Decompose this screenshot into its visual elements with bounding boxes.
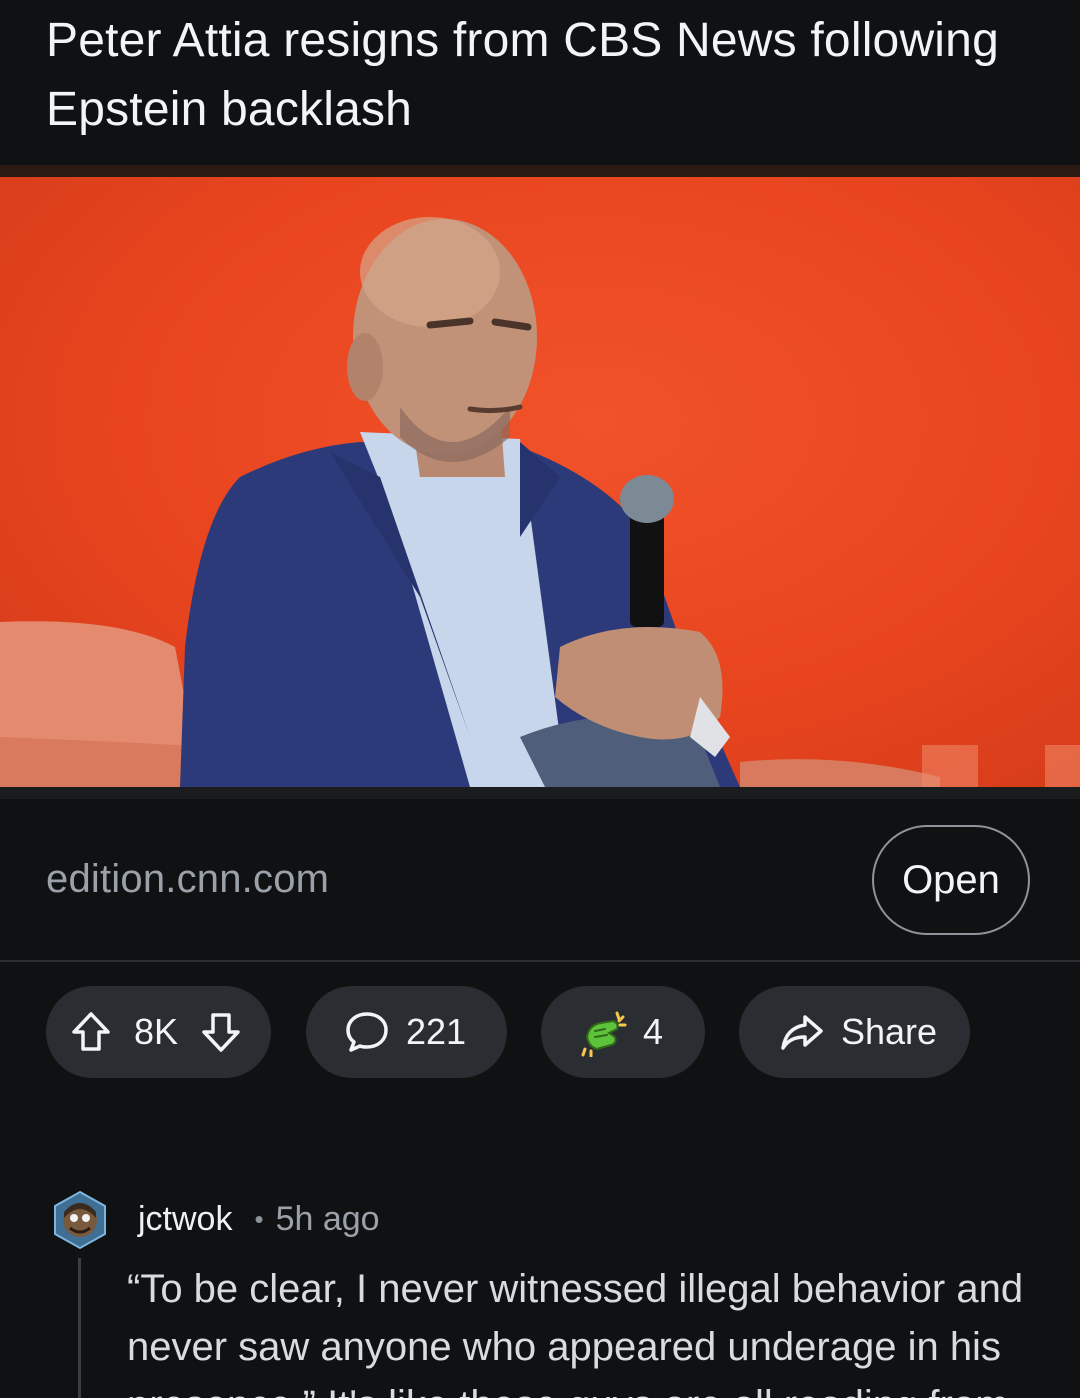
- section-divider: [0, 960, 1080, 962]
- post-title: Peter Attia resigns from CBS News follow…: [46, 14, 999, 136]
- glass-left: [922, 745, 978, 787]
- comment-meta: jctwok • 5h ago: [138, 1200, 380, 1239]
- chair-seat-right: [740, 759, 940, 787]
- comment-body[interactable]: “To be clear, I never witnessed illegal …: [127, 1260, 1027, 1398]
- share-button[interactable]: Share: [739, 986, 970, 1078]
- comments-button[interactable]: 221: [306, 986, 507, 1078]
- eyebrow-left: [426, 317, 474, 329]
- award-button[interactable]: 4: [541, 986, 705, 1078]
- link-source-row: edition.cnn.com Open: [0, 800, 1080, 960]
- avatar[interactable]: [50, 1190, 110, 1250]
- thumbnail-illustration: [0, 217, 1080, 787]
- glass-right: [1045, 745, 1080, 787]
- open-link-button[interactable]: Open: [872, 825, 1030, 935]
- arrow-up-icon[interactable]: [68, 1009, 114, 1055]
- post-thumbnail-image[interactable]: [0, 177, 1080, 787]
- image-top-border: [0, 165, 1080, 177]
- award-count: 4: [643, 1011, 664, 1052]
- comment-timestamp: 5h ago: [275, 1200, 380, 1238]
- comment-username[interactable]: jctwok: [138, 1200, 232, 1239]
- meta-separator: •: [254, 1204, 264, 1234]
- vote-bar: 8K: [46, 986, 271, 1078]
- comment-count: 221: [406, 1011, 467, 1052]
- head-highlight: [360, 217, 500, 327]
- source-domain[interactable]: edition.cnn.com: [46, 857, 329, 902]
- thread-line[interactable]: [78, 1258, 81, 1398]
- microphone-handle: [630, 507, 664, 627]
- speech-bubble-icon: [344, 1009, 390, 1055]
- eyebrow-right: [491, 318, 532, 331]
- vote-score: 8K: [134, 1011, 179, 1052]
- award-hand-icon: [579, 1007, 629, 1057]
- post-detail-screen: Peter Attia resigns from CBS News follow…: [0, 0, 1080, 1398]
- image-bottom-border: [0, 787, 1080, 799]
- microphone-head: [620, 475, 674, 523]
- share-arrow-icon: [779, 1009, 825, 1055]
- share-label: Share: [841, 1011, 938, 1052]
- arrow-down-icon[interactable]: [198, 1009, 244, 1055]
- ear: [347, 333, 383, 401]
